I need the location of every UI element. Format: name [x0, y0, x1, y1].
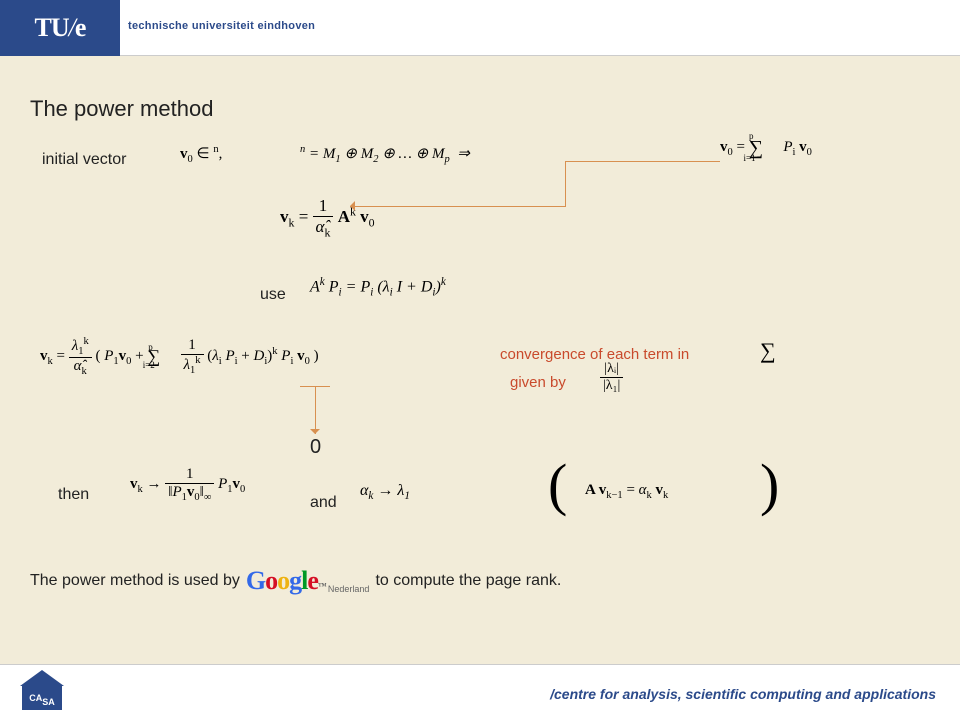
math-decomposition: n = M1 ⊕ M2 ⊕ … ⊕ Mp ⇒	[300, 144, 470, 165]
and-label: and	[310, 494, 337, 512]
google-text-before: The power method is used by	[30, 572, 240, 590]
arrow-2-v	[315, 386, 316, 434]
ratio-num: |λᵢ|	[600, 361, 623, 378]
google-logo: Google™	[246, 566, 326, 596]
then-label: then	[58, 486, 89, 504]
slide-footer: CASA /centre for analysis, scientific co…	[0, 664, 960, 720]
zero-limit: 0	[310, 436, 321, 459]
arrow-1-v	[565, 161, 566, 207]
initial-vector-label: initial vector	[42, 151, 126, 169]
math-expansion: vk = λ1kα̂k ( P1v0 + ∑pi=2 1λ1k (λi Pi +…	[40, 336, 319, 377]
slide-header: TU/e technische universiteit eindhoven	[0, 0, 960, 56]
math-eigen-relation: A vk−1 = αk vk	[585, 482, 668, 501]
arrow-1-head	[345, 201, 355, 211]
tue-logo: TU/e	[0, 0, 120, 56]
convergence-text-1: convergence of each term in	[500, 346, 689, 363]
math-alpha-limit: αk → λ1	[360, 482, 410, 502]
ratio-den: |λ₁|	[600, 378, 623, 394]
convergence-text-2: given by	[510, 374, 566, 391]
google-region: Nederland	[328, 584, 370, 594]
casa-logo: CASA	[20, 670, 64, 712]
paren-open: (	[548, 451, 567, 518]
footer-text: /centre for analysis, scientific computi…	[550, 686, 936, 702]
math-then-formula: vk → 1‖P1v0‖∞ P1v0	[130, 466, 245, 503]
google-tm: ™	[318, 581, 326, 591]
arrow-1-h	[565, 161, 720, 162]
university-name: technische universiteit eindhoven	[128, 20, 315, 32]
sigma-icon: ∑	[760, 338, 776, 364]
tue-logo-text: TU/e	[35, 13, 86, 43]
math-vk-formula: vk = 1α̂k Ak v0	[280, 196, 375, 240]
google-text-after: to compute the page rank.	[375, 572, 561, 590]
math-use-formula: Ak Pi = Pi (λi I + Di)k	[310, 276, 446, 299]
arrow-2-head	[310, 429, 320, 439]
slide-title: The power method	[30, 96, 213, 122]
slide-content: The power method initial vector v0 ∈ n, …	[0, 56, 960, 664]
paren-close: )	[760, 451, 779, 518]
arrow-1-b	[350, 206, 566, 207]
use-label: use	[260, 286, 286, 304]
google-statement: The power method is used by Google™ Nede…	[30, 566, 561, 596]
math-v0-sum: v0 = ∑pi=1 Pi v0	[720, 134, 812, 158]
math-v0: v0 ∈ n,	[180, 144, 222, 165]
convergence-ratio: |λᵢ||λ₁|	[600, 361, 623, 394]
